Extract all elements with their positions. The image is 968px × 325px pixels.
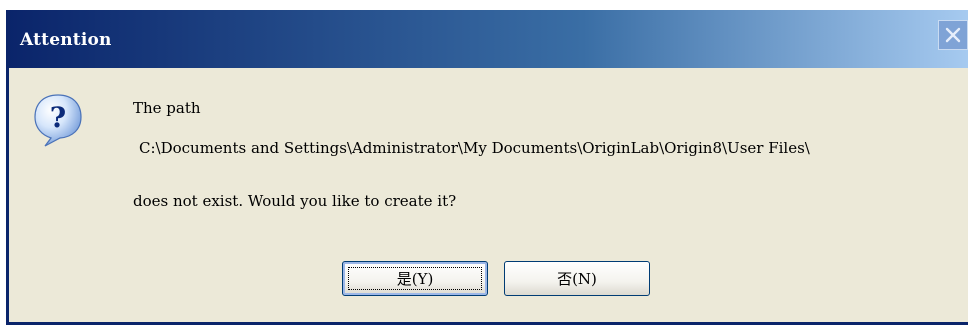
dialog-title: Attention <box>20 30 112 50</box>
message-path: C:\Documents and Settings\Administrator\… <box>139 139 810 157</box>
svg-text:?: ? <box>50 101 66 134</box>
message-line-1: The path <box>133 99 201 117</box>
close-icon <box>945 27 961 43</box>
yes-button[interactable]: 是(Y) <box>342 261 488 296</box>
dialog-body: ? The path C:\Documents and Settings\Adm… <box>9 68 968 322</box>
no-button[interactable]: 否(N) <box>504 261 650 296</box>
title-bar[interactable]: Attention <box>6 10 968 68</box>
focus-rect <box>348 267 482 290</box>
close-button[interactable] <box>938 20 968 50</box>
question-icon: ? <box>34 94 82 147</box>
attention-dialog: Attention ? The path C:\Documents and Se… <box>6 10 968 325</box>
message-line-3: does not exist. Would you like to create… <box>133 192 457 210</box>
no-button-label: 否(N) <box>557 270 597 288</box>
